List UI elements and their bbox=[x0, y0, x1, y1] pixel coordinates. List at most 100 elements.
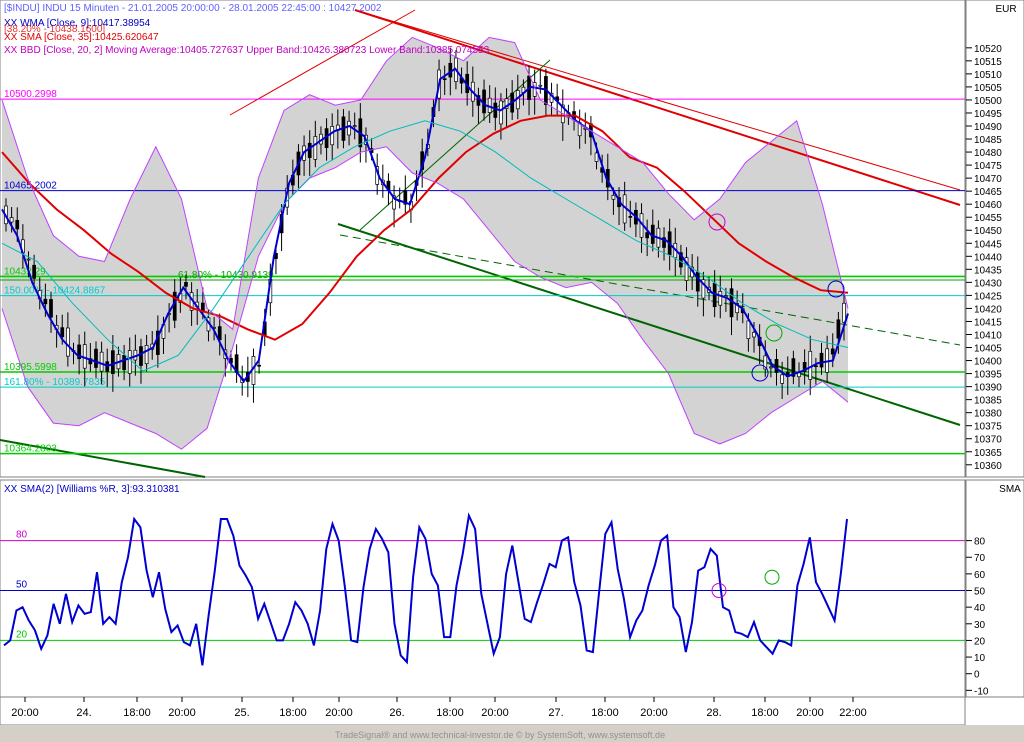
candle-body bbox=[830, 348, 835, 355]
price-tick-label: 10400 bbox=[974, 357, 1002, 368]
candle-body bbox=[111, 350, 115, 374]
candle-body bbox=[836, 319, 841, 339]
candle-body bbox=[819, 352, 824, 368]
time-tick-label: 26. bbox=[389, 707, 404, 719]
price-tick-label: 10370 bbox=[974, 435, 1002, 446]
indicator-tick-label: 10 bbox=[974, 653, 986, 664]
indicator-level-label: 80 bbox=[16, 530, 28, 541]
candle-body bbox=[15, 220, 20, 230]
price-tick-label: 10365 bbox=[974, 448, 1002, 459]
hline-label-6: 161.80% - 10389.7835 bbox=[4, 377, 106, 388]
price-tick-label: 10375 bbox=[974, 422, 1002, 433]
indicator-tick-label: 70 bbox=[974, 553, 986, 564]
price-tick-label: 10465 bbox=[974, 187, 1002, 198]
candle-body bbox=[49, 299, 53, 318]
price-tick-label: 10425 bbox=[974, 291, 1002, 302]
candle-body bbox=[774, 359, 779, 373]
price-tick-label: 10390 bbox=[974, 383, 1002, 394]
candle-body bbox=[122, 355, 126, 371]
indicator-level-label: 50 bbox=[16, 580, 28, 591]
candle-body bbox=[695, 271, 700, 292]
candle-body bbox=[66, 327, 70, 357]
candle-body bbox=[780, 374, 784, 384]
price-tick-label: 10435 bbox=[974, 265, 1002, 276]
price-tick-label: 10510 bbox=[974, 70, 1002, 81]
price-tick-label: 10485 bbox=[974, 135, 1002, 146]
candle-body bbox=[538, 84, 543, 87]
time-tick-label: 18:00 bbox=[123, 707, 151, 719]
price-tick-label: 10445 bbox=[974, 239, 1002, 250]
candle-body bbox=[718, 291, 723, 306]
price-tick-label: 10380 bbox=[974, 409, 1002, 420]
hline-label-1: 10465.2002 bbox=[4, 181, 57, 192]
price-tick-label: 10405 bbox=[974, 344, 1002, 355]
hline-label-2: 10432.29 bbox=[4, 266, 46, 277]
candle-body bbox=[347, 120, 351, 136]
time-tick-label: 18:00 bbox=[591, 707, 619, 719]
hline-label-5: 10395.5998 bbox=[4, 362, 57, 373]
indicator-tick-label: 30 bbox=[974, 620, 986, 631]
price-tick-label: 10505 bbox=[974, 83, 1002, 94]
indicator-tick-label: 80 bbox=[974, 537, 986, 548]
candle-body bbox=[499, 100, 503, 125]
candle-body bbox=[94, 348, 98, 368]
indicator-tick-label: 20 bbox=[974, 636, 986, 647]
candle-body bbox=[493, 102, 498, 118]
price-tick-label: 10385 bbox=[974, 396, 1002, 407]
time-tick-label: 18:00 bbox=[436, 707, 464, 719]
price-tick-label: 10410 bbox=[974, 330, 1002, 341]
price-tick-label: 10520 bbox=[974, 44, 1002, 55]
time-tick-label: 20:00 bbox=[325, 707, 353, 719]
legend-sma: XX SMA [Close, 35]:10425.620647 bbox=[4, 32, 159, 43]
price-tick-label: 10455 bbox=[974, 213, 1002, 224]
candle-body bbox=[257, 364, 261, 367]
candle-body bbox=[442, 78, 447, 81]
price-tick-label: 10420 bbox=[974, 304, 1002, 315]
time-tick-label: 18:00 bbox=[279, 707, 307, 719]
candle-body bbox=[752, 332, 756, 338]
indicator-tick-label: 50 bbox=[974, 587, 986, 598]
indicator-tick-label: -10 bbox=[974, 686, 989, 697]
candle-body bbox=[628, 216, 633, 218]
price-tick-label: 10490 bbox=[974, 122, 1002, 133]
price-tick-label: 10500 bbox=[974, 96, 1002, 107]
time-tick-label: 28. bbox=[706, 707, 721, 719]
time-tick-label: 20:00 bbox=[796, 707, 824, 719]
candle-body bbox=[313, 136, 318, 160]
candle-body bbox=[184, 282, 188, 287]
candle-body bbox=[808, 350, 813, 380]
candle-body bbox=[9, 217, 14, 223]
indicator-level-label: 20 bbox=[16, 629, 28, 640]
hline-label-0: 10500.2998 bbox=[4, 89, 57, 100]
chart-title: [$INDU] INDU 15 Minuten - 21.01.2005 20:… bbox=[4, 3, 382, 14]
candle-body bbox=[842, 302, 846, 323]
candle-body bbox=[43, 298, 48, 305]
price-tick-label: 10495 bbox=[974, 109, 1002, 120]
candle-body bbox=[352, 125, 357, 128]
time-tick-label: 25. bbox=[234, 707, 249, 719]
price-tick-label: 10450 bbox=[974, 226, 1002, 237]
candle-body bbox=[127, 350, 132, 374]
time-tick-label: 24. bbox=[76, 707, 91, 719]
indicator-tick-label: 40 bbox=[974, 603, 986, 614]
price-tick-label: 10430 bbox=[974, 278, 1002, 289]
time-tick-label: 18:00 bbox=[751, 707, 779, 719]
hline-label-4: 150.00% - 10424.8867 bbox=[4, 286, 106, 297]
time-tick-label: 20:00 bbox=[481, 707, 509, 719]
candle-body bbox=[307, 142, 312, 158]
hline-label-3: 61.80% - 10430.9139 bbox=[178, 270, 274, 281]
price-tick-label: 10480 bbox=[974, 148, 1002, 159]
indicator-axis-label: SMA bbox=[999, 484, 1021, 495]
legend-bbd: XX BBD [Close, 20, 2] Moving Average:104… bbox=[4, 45, 490, 56]
price-tick-label: 10415 bbox=[974, 317, 1002, 328]
indicator-tick-label: 60 bbox=[974, 570, 986, 581]
candle-body bbox=[645, 232, 650, 239]
price-tick-label: 10360 bbox=[974, 461, 1002, 472]
candle-body bbox=[746, 320, 751, 340]
price-tick-label: 10395 bbox=[974, 370, 1002, 381]
candle-body bbox=[139, 346, 143, 366]
hline-label-7: 10364.2803 bbox=[4, 444, 57, 455]
time-tick-label: 20:00 bbox=[11, 707, 39, 719]
candle-body bbox=[32, 264, 36, 279]
time-tick-label: 20:00 bbox=[640, 707, 668, 719]
